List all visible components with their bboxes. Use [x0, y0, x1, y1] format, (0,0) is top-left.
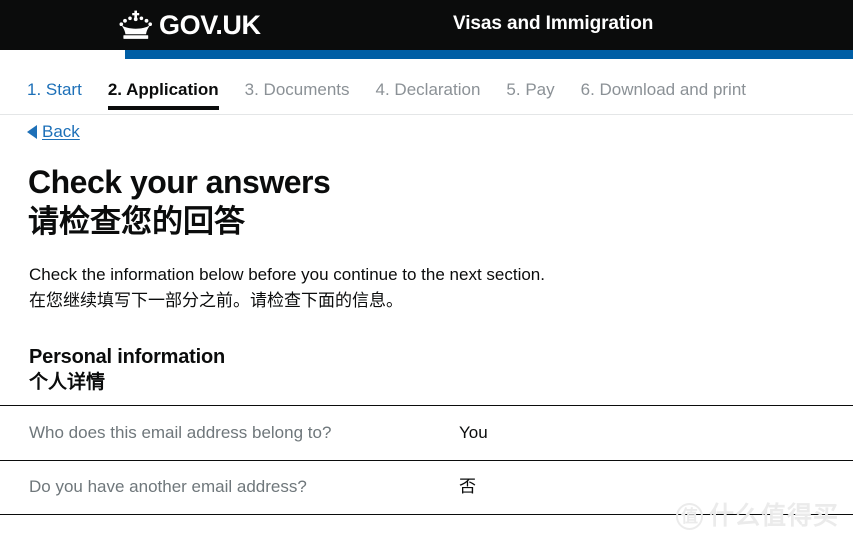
summary-row: Who does this email address belong to? Y…	[0, 404, 853, 460]
lede-text-chinese: 在您继续填写下一部分之前。请检查下面的信息。	[29, 290, 403, 310]
summary-list: Who does this email address belong to? Y…	[0, 404, 853, 515]
header-blue-rule	[125, 50, 853, 59]
service-name: Visas and Immigration	[453, 13, 654, 34]
gov-uk-brand-link[interactable]: GOV.UK	[118, 6, 261, 44]
main-content: Back Check your answers 请检查您的回答 Check th…	[0, 115, 853, 515]
summary-value: 否	[459, 477, 476, 497]
gov-uk-crown-icon	[119, 10, 152, 39]
progress-nav-list: 1. Start 2. Application 3. Documents 4. …	[0, 72, 853, 114]
nav-item-start[interactable]: 1. Start	[27, 72, 82, 114]
nav-item-application[interactable]: 2. Application	[107, 72, 219, 114]
lede-text: Check the information below before you c…	[29, 264, 545, 284]
summary-key: Do you have another email address?	[29, 477, 307, 497]
page-root: GOV.UK Visas and Immigration 1. Start 2.…	[0, 0, 853, 544]
gov-uk-header: GOV.UK Visas and Immigration	[0, 0, 853, 50]
page-title-chinese: 请检查您的回答	[28, 204, 245, 240]
nav-item-declaration[interactable]: 4. Declaration	[376, 72, 481, 114]
page-title: Check your answers	[28, 163, 331, 200]
section-heading-personal-information-chinese: 个人详情	[29, 371, 106, 393]
nav-item-pay[interactable]: 5. Pay	[506, 72, 554, 114]
back-link[interactable]: Back	[27, 123, 80, 140]
summary-value: You	[459, 422, 488, 442]
back-row: Back	[0, 115, 853, 144]
nav-item-documents[interactable]: 3. Documents	[245, 72, 350, 114]
summary-key: Who does this email address belong to?	[29, 422, 332, 442]
nav-item-download-and-print[interactable]: 6. Download and print	[581, 72, 746, 114]
back-arrow-icon	[27, 124, 37, 139]
summary-row: Do you have another email address? 否	[0, 459, 853, 515]
section-heading-personal-information: Personal information	[29, 345, 226, 368]
progress-nav: 1. Start 2. Application 3. Documents 4. …	[0, 72, 853, 115]
back-link-label: Back	[42, 122, 80, 141]
gov-uk-brand-name: GOV.UK	[159, 9, 261, 40]
